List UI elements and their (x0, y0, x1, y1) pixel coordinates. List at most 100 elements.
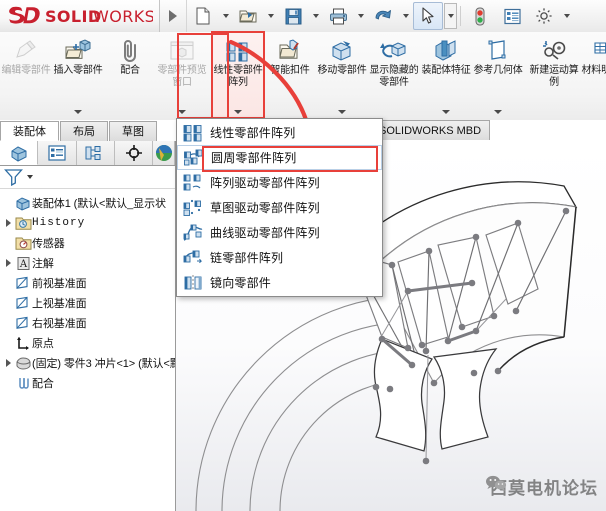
ribbon-label: 移动零部件 (317, 65, 367, 76)
forum-watermark: 西莫电机论坛 (485, 474, 598, 499)
tab-assembly[interactable]: 装配体 (0, 121, 59, 141)
ribbon-move-component[interactable]: 移动零部件 (316, 32, 368, 118)
menu-item-label: 草图驱动零部件阵列 (210, 201, 320, 215)
menu-item-label: 线性零部件阵列 (210, 126, 296, 140)
ribbon-show-hidden-components[interactable]: 显示隐藏的零部件 (368, 32, 420, 118)
solidworks-logo: SOLID WORKS (0, 0, 160, 32)
menu-item-sketch-driven-pattern[interactable]: 草图驱动零部件阵列 (177, 195, 382, 220)
wechat-icon (486, 475, 507, 491)
ribbon-mate[interactable]: 配合 (104, 32, 156, 118)
tab-sketch[interactable]: 草图 (109, 121, 157, 141)
chain-component-pattern-icon (181, 247, 205, 269)
open-document-button[interactable] (233, 2, 263, 30)
tree-node-sensors[interactable]: 传感器 (2, 233, 175, 253)
menu-item-linear-component-pattern[interactable]: 线性零部件阵列 (177, 120, 382, 145)
menu-item-circular-component-pattern[interactable]: 圆周零部件阵列 (177, 145, 382, 170)
sketch-driven-pattern-icon (181, 197, 205, 219)
smart-fastener-icon (277, 37, 303, 63)
chevron-down-icon[interactable] (178, 110, 186, 114)
tree-node-history[interactable]: History (2, 213, 175, 233)
tree-node-front-plane[interactable]: 前视基准面 (2, 273, 175, 293)
configuration-manager-tab[interactable] (77, 141, 116, 165)
show-hidden-components-icon (380, 37, 408, 63)
chevron-down-icon[interactable] (338, 110, 346, 114)
ribbon-edit-component[interactable]: 编辑零部件 (0, 32, 52, 118)
tree-node-origin[interactable]: 原点 (2, 333, 175, 353)
display-list-button[interactable] (497, 2, 527, 30)
triangle-right-icon (169, 10, 177, 22)
ribbon-label: 插入零部件 (53, 65, 103, 76)
undo-caret[interactable] (399, 2, 412, 30)
dimxpert-manager-tab[interactable] (115, 141, 154, 165)
save-caret[interactable] (309, 2, 322, 30)
chevron-down-icon[interactable] (442, 110, 450, 114)
ribbon-label: 线性零部件阵列 (213, 65, 263, 88)
top-toolbar: SOLID WORKS (0, 0, 606, 33)
tree-node-label: 原点 (32, 338, 54, 350)
chevron-down-icon[interactable] (74, 110, 82, 114)
tree-node-label: History (32, 217, 86, 229)
tree-node-part[interactable]: (固定) 零件3 冲片<1> (默认<默认 (2, 353, 175, 373)
expand-toggle[interactable] (2, 259, 14, 267)
undo-button[interactable] (368, 2, 398, 30)
open-document-caret[interactable] (264, 2, 277, 30)
menu-item-label: 圆周零部件阵列 (211, 151, 297, 165)
tree-node-label: 注解 (32, 258, 54, 270)
menu-item-curve-driven-pattern[interactable]: 曲线驱动零部件阵列 (177, 220, 382, 245)
new-document-caret[interactable] (219, 2, 232, 30)
svg-text:A: A (18, 259, 27, 270)
new-document-button[interactable] (188, 2, 218, 30)
tab-layout[interactable]: 布局 (60, 121, 108, 141)
ribbon-component-preview[interactable]: 零部件预览窗口 (156, 32, 208, 118)
ribbon-label: 零部件预览窗口 (157, 65, 207, 88)
tree-node-right-plane[interactable]: 右视基准面 (2, 313, 175, 333)
menu-item-pattern-driven-pattern[interactable]: 阵列驱动零部件阵列 (177, 170, 382, 195)
expand-toggle[interactable] (2, 219, 14, 227)
ribbon-assembly-feature[interactable]: 装配体特征 (420, 32, 472, 118)
tree-node-label: 传感器 (32, 238, 65, 250)
menu-item-chain-component-pattern[interactable]: 链零部件阵列 (177, 245, 382, 270)
display-manager-tab[interactable] (153, 141, 175, 165)
ribbon-reference-geometry[interactable]: 参考几何体 (472, 32, 524, 118)
select-tool-caret[interactable] (444, 3, 457, 29)
feature-manager-tab-bar (0, 141, 175, 166)
plane-icon (14, 296, 32, 311)
save-button[interactable] (278, 2, 308, 30)
bill-of-materials-icon (593, 37, 606, 63)
print-button[interactable] (323, 2, 353, 30)
tree-node-annotations[interactable]: A 注解 (2, 253, 175, 273)
property-manager-tab[interactable] (38, 141, 77, 165)
chevron-down-icon[interactable] (494, 110, 502, 114)
ribbon-insert-component[interactable]: 插入零部件 (52, 32, 104, 118)
assembly-feature-icon (433, 37, 459, 63)
print-caret[interactable] (354, 2, 367, 30)
tree-filter-bar[interactable] (0, 166, 175, 189)
ribbon-smart-fastener[interactable]: 智能扣件 (264, 32, 316, 118)
ribbon-bill-of-materials[interactable]: 材料明细表 (580, 32, 606, 118)
ribbon-label: 装配体特征 (421, 65, 471, 76)
component-pattern-dropdown-menu[interactable]: 线性零部件阵列 圆周零部件阵列 阵列驱动零部件阵列 草图驱动零部件阵列 曲线驱动 (176, 118, 383, 297)
tree-node-top-plane[interactable]: 上视基准面 (2, 293, 175, 313)
part-icon (14, 356, 32, 371)
menu-item-label: 镜向零部件 (210, 276, 272, 290)
chevron-down-icon[interactable] (234, 110, 242, 114)
expand-toggle[interactable] (2, 359, 14, 367)
ribbon-linear-component-pattern[interactable]: 线性零部件阵列 (211, 31, 265, 119)
pattern-driven-pattern-icon (181, 172, 205, 194)
tree-root-assembly[interactable]: 装配体1 (默认<默认_显示状 (2, 193, 175, 213)
options-caret[interactable] (560, 2, 573, 30)
options-button[interactable] (529, 2, 559, 30)
tab-solidworks-mbd[interactable]: SOLIDWORKS MBD (370, 120, 491, 140)
menu-item-mirror-components[interactable]: 镜向零部件 (177, 270, 382, 295)
select-tool-button[interactable] (413, 2, 443, 30)
feature-manager-tab[interactable] (0, 141, 39, 165)
plane-icon (14, 276, 32, 291)
menu-expand-arrow[interactable] (160, 0, 187, 32)
filter-caret-icon[interactable] (27, 175, 33, 179)
ribbon-new-motion-study[interactable]: 新建运动算例 (528, 32, 580, 118)
ribbon-label: 材料明细表 (581, 65, 606, 76)
new-motion-study-icon (540, 37, 568, 63)
rebuild-button[interactable] (465, 2, 495, 30)
tree-node-mates[interactable]: 配合 (2, 373, 175, 393)
component-preview-icon (169, 37, 195, 63)
